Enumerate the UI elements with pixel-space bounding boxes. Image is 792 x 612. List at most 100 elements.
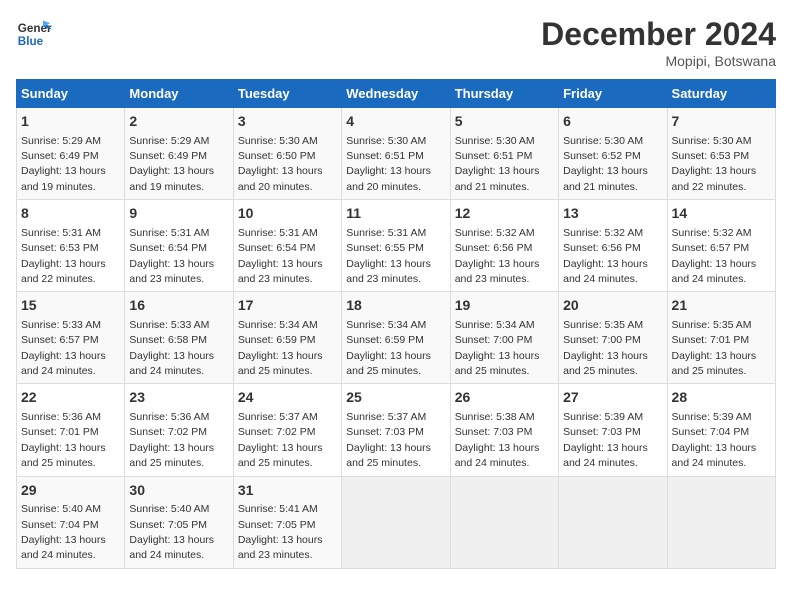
day-cell: 4 Sunrise: 5:30 AMSunset: 6:51 PMDayligh…: [342, 108, 450, 200]
day-number: 17: [238, 296, 337, 316]
day-cell: 21 Sunrise: 5:35 AMSunset: 7:01 PMDaylig…: [667, 292, 775, 384]
day-number: 6: [563, 112, 662, 132]
day-cell: 20 Sunrise: 5:35 AMSunset: 7:00 PMDaylig…: [559, 292, 667, 384]
day-info: Sunrise: 5:29 AMSunset: 6:49 PMDaylight:…: [129, 135, 214, 193]
week-row-5: 29 Sunrise: 5:40 AMSunset: 7:04 PMDaylig…: [17, 476, 776, 568]
day-number: 23: [129, 388, 228, 408]
day-cell: 7 Sunrise: 5:30 AMSunset: 6:53 PMDayligh…: [667, 108, 775, 200]
weekday-header-thursday: Thursday: [450, 80, 558, 108]
logo-icon: General Blue: [16, 16, 52, 52]
day-number: 20: [563, 296, 662, 316]
weekday-header-monday: Monday: [125, 80, 233, 108]
day-cell: 2 Sunrise: 5:29 AMSunset: 6:49 PMDayligh…: [125, 108, 233, 200]
day-number: 9: [129, 204, 228, 224]
day-number: 7: [672, 112, 771, 132]
day-cell: 13 Sunrise: 5:32 AMSunset: 6:56 PMDaylig…: [559, 200, 667, 292]
day-cell: 31 Sunrise: 5:41 AMSunset: 7:05 PMDaylig…: [233, 476, 341, 568]
day-cell: 5 Sunrise: 5:30 AMSunset: 6:51 PMDayligh…: [450, 108, 558, 200]
day-info: Sunrise: 5:33 AMSunset: 6:57 PMDaylight:…: [21, 319, 106, 377]
day-info: Sunrise: 5:39 AMSunset: 7:03 PMDaylight:…: [563, 411, 648, 469]
weekday-header-wednesday: Wednesday: [342, 80, 450, 108]
day-number: 2: [129, 112, 228, 132]
logo: General Blue: [16, 16, 52, 52]
day-number: 28: [672, 388, 771, 408]
day-info: Sunrise: 5:30 AMSunset: 6:53 PMDaylight:…: [672, 135, 757, 193]
day-cell: 8 Sunrise: 5:31 AMSunset: 6:53 PMDayligh…: [17, 200, 125, 292]
day-number: 4: [346, 112, 445, 132]
day-number: 26: [455, 388, 554, 408]
day-info: Sunrise: 5:36 AMSunset: 7:02 PMDaylight:…: [129, 411, 214, 469]
week-row-4: 22 Sunrise: 5:36 AMSunset: 7:01 PMDaylig…: [17, 384, 776, 476]
day-info: Sunrise: 5:36 AMSunset: 7:01 PMDaylight:…: [21, 411, 106, 469]
weekday-header-row: SundayMondayTuesdayWednesdayThursdayFrid…: [17, 80, 776, 108]
week-row-1: 1 Sunrise: 5:29 AMSunset: 6:49 PMDayligh…: [17, 108, 776, 200]
day-cell: [559, 476, 667, 568]
weekday-header-tuesday: Tuesday: [233, 80, 341, 108]
day-info: Sunrise: 5:30 AMSunset: 6:51 PMDaylight:…: [346, 135, 431, 193]
day-info: Sunrise: 5:39 AMSunset: 7:04 PMDaylight:…: [672, 411, 757, 469]
location: Mopipi, Botswana: [541, 53, 776, 69]
day-number: 8: [21, 204, 120, 224]
day-info: Sunrise: 5:40 AMSunset: 7:05 PMDaylight:…: [129, 503, 214, 561]
day-info: Sunrise: 5:32 AMSunset: 6:56 PMDaylight:…: [455, 227, 540, 285]
day-cell: 12 Sunrise: 5:32 AMSunset: 6:56 PMDaylig…: [450, 200, 558, 292]
day-number: 27: [563, 388, 662, 408]
day-cell: 3 Sunrise: 5:30 AMSunset: 6:50 PMDayligh…: [233, 108, 341, 200]
day-number: 14: [672, 204, 771, 224]
day-number: 16: [129, 296, 228, 316]
day-info: Sunrise: 5:37 AMSunset: 7:03 PMDaylight:…: [346, 411, 431, 469]
day-info: Sunrise: 5:40 AMSunset: 7:04 PMDaylight:…: [21, 503, 106, 561]
month-title: December 2024: [541, 16, 776, 53]
day-info: Sunrise: 5:31 AMSunset: 6:55 PMDaylight:…: [346, 227, 431, 285]
day-info: Sunrise: 5:34 AMSunset: 7:00 PMDaylight:…: [455, 319, 540, 377]
day-cell: [667, 476, 775, 568]
day-info: Sunrise: 5:33 AMSunset: 6:58 PMDaylight:…: [129, 319, 214, 377]
day-cell: 27 Sunrise: 5:39 AMSunset: 7:03 PMDaylig…: [559, 384, 667, 476]
day-info: Sunrise: 5:34 AMSunset: 6:59 PMDaylight:…: [238, 319, 323, 377]
day-number: 18: [346, 296, 445, 316]
day-number: 31: [238, 481, 337, 501]
day-cell: 25 Sunrise: 5:37 AMSunset: 7:03 PMDaylig…: [342, 384, 450, 476]
day-number: 29: [21, 481, 120, 501]
day-number: 3: [238, 112, 337, 132]
day-cell: 23 Sunrise: 5:36 AMSunset: 7:02 PMDaylig…: [125, 384, 233, 476]
day-number: 24: [238, 388, 337, 408]
day-number: 19: [455, 296, 554, 316]
day-info: Sunrise: 5:32 AMSunset: 6:57 PMDaylight:…: [672, 227, 757, 285]
day-cell: [342, 476, 450, 568]
calendar-table: SundayMondayTuesdayWednesdayThursdayFrid…: [16, 79, 776, 569]
day-info: Sunrise: 5:31 AMSunset: 6:54 PMDaylight:…: [238, 227, 323, 285]
day-info: Sunrise: 5:37 AMSunset: 7:02 PMDaylight:…: [238, 411, 323, 469]
day-info: Sunrise: 5:31 AMSunset: 6:53 PMDaylight:…: [21, 227, 106, 285]
day-cell: 9 Sunrise: 5:31 AMSunset: 6:54 PMDayligh…: [125, 200, 233, 292]
day-info: Sunrise: 5:35 AMSunset: 7:01 PMDaylight:…: [672, 319, 757, 377]
day-info: Sunrise: 5:35 AMSunset: 7:00 PMDaylight:…: [563, 319, 648, 377]
day-cell: 1 Sunrise: 5:29 AMSunset: 6:49 PMDayligh…: [17, 108, 125, 200]
day-number: 22: [21, 388, 120, 408]
week-row-3: 15 Sunrise: 5:33 AMSunset: 6:57 PMDaylig…: [17, 292, 776, 384]
day-number: 30: [129, 481, 228, 501]
day-number: 21: [672, 296, 771, 316]
day-cell: 15 Sunrise: 5:33 AMSunset: 6:57 PMDaylig…: [17, 292, 125, 384]
day-cell: 26 Sunrise: 5:38 AMSunset: 7:03 PMDaylig…: [450, 384, 558, 476]
day-cell: [450, 476, 558, 568]
day-cell: 17 Sunrise: 5:34 AMSunset: 6:59 PMDaylig…: [233, 292, 341, 384]
day-info: Sunrise: 5:30 AMSunset: 6:51 PMDaylight:…: [455, 135, 540, 193]
day-cell: 30 Sunrise: 5:40 AMSunset: 7:05 PMDaylig…: [125, 476, 233, 568]
day-cell: 24 Sunrise: 5:37 AMSunset: 7:02 PMDaylig…: [233, 384, 341, 476]
title-block: December 2024 Mopipi, Botswana: [541, 16, 776, 69]
day-cell: 18 Sunrise: 5:34 AMSunset: 6:59 PMDaylig…: [342, 292, 450, 384]
day-number: 5: [455, 112, 554, 132]
day-number: 25: [346, 388, 445, 408]
day-number: 15: [21, 296, 120, 316]
day-number: 13: [563, 204, 662, 224]
day-info: Sunrise: 5:32 AMSunset: 6:56 PMDaylight:…: [563, 227, 648, 285]
day-number: 1: [21, 112, 120, 132]
day-info: Sunrise: 5:38 AMSunset: 7:03 PMDaylight:…: [455, 411, 540, 469]
day-info: Sunrise: 5:30 AMSunset: 6:52 PMDaylight:…: [563, 135, 648, 193]
day-cell: 29 Sunrise: 5:40 AMSunset: 7:04 PMDaylig…: [17, 476, 125, 568]
day-cell: 14 Sunrise: 5:32 AMSunset: 6:57 PMDaylig…: [667, 200, 775, 292]
day-cell: 22 Sunrise: 5:36 AMSunset: 7:01 PMDaylig…: [17, 384, 125, 476]
day-info: Sunrise: 5:34 AMSunset: 6:59 PMDaylight:…: [346, 319, 431, 377]
svg-text:Blue: Blue: [18, 35, 44, 48]
